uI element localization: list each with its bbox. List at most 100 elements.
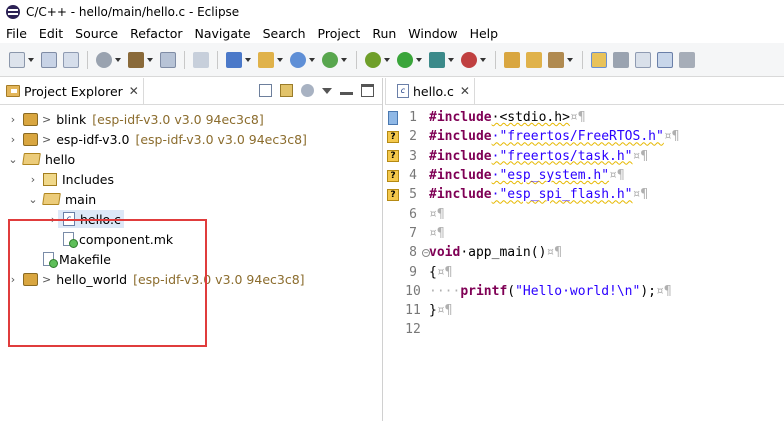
new-project-icon[interactable] <box>226 51 242 68</box>
menu-run[interactable]: Run <box>366 26 402 41</box>
close-icon[interactable]: ✕ <box>460 84 470 98</box>
warning-icon[interactable]: ? <box>387 150 399 163</box>
git-indicator: > <box>42 112 52 126</box>
new-class-icon[interactable] <box>290 51 306 68</box>
new-project-dropdown-icon[interactable] <box>245 57 251 62</box>
code-editor[interactable]: 1 #include·<stdio.h>¤¶ ? 2 #include·"fre… <box>385 105 784 340</box>
expand-chevron-icon[interactable]: › <box>8 273 18 286</box>
c-project-icon <box>23 132 38 146</box>
menu-navigate[interactable]: Navigate <box>189 26 257 41</box>
wand-icon[interactable] <box>193 51 209 68</box>
profile-dropdown-icon[interactable] <box>480 57 486 62</box>
code-line: 11 }¤¶ <box>385 301 784 320</box>
toolbar-separator <box>217 50 218 69</box>
save-all-icon[interactable] <box>63 51 79 68</box>
link-with-editor-icon[interactable] <box>280 84 293 97</box>
menu-refactor[interactable]: Refactor <box>124 26 188 41</box>
line-number: 6 <box>409 206 417 222</box>
new-folder-dropdown-icon[interactable] <box>277 57 283 62</box>
menu-window[interactable]: Window <box>402 26 463 41</box>
show-whitespace-icon[interactable] <box>657 51 673 68</box>
tree-item-includes[interactable]: › Includes <box>0 169 382 189</box>
git-indicator: > <box>42 132 52 146</box>
view-menu-icon[interactable] <box>322 87 332 94</box>
search-dropdown-icon[interactable] <box>567 57 573 62</box>
focus-icon[interactable] <box>301 84 314 97</box>
binary-icon[interactable] <box>160 51 176 68</box>
minimize-icon[interactable] <box>340 92 353 95</box>
collapse-chevron-icon[interactable]: ⌄ <box>28 193 38 206</box>
open-folder-icon[interactable] <box>526 51 542 68</box>
save-icon[interactable] <box>41 51 57 68</box>
tree-label: hello <box>45 151 76 167</box>
editor-tab-bar: c hello.c ✕ <box>385 78 784 105</box>
code-text: #include·"esp_system.h"¤¶ <box>429 168 625 184</box>
editor-tab-label: hello.c <box>413 83 454 99</box>
code-line: 9 {¤¶ <box>385 262 784 281</box>
tab-hello-c[interactable]: c hello.c ✕ <box>385 78 475 104</box>
debug-dropdown-icon[interactable] <box>384 57 390 62</box>
highlight-pen-icon[interactable] <box>591 51 607 68</box>
collapse-chevron-icon[interactable]: ⌄ <box>8 153 18 166</box>
code-text: ¤¶ <box>429 206 445 222</box>
warning-icon[interactable]: ? <box>387 188 399 201</box>
new-folder-icon[interactable] <box>258 51 274 68</box>
tree-item-main[interactable]: ⌄ main <box>0 189 382 209</box>
new-dropdown-icon[interactable] <box>28 57 34 62</box>
build-hammer-icon[interactable] <box>128 51 144 68</box>
c-project-icon <box>23 112 38 126</box>
maximize-icon[interactable] <box>361 84 374 97</box>
expand-chevron-icon[interactable]: › <box>8 113 18 126</box>
run-play-icon[interactable] <box>397 51 413 68</box>
menu-edit[interactable]: Edit <box>33 26 69 41</box>
build-dropdown-icon[interactable] <box>147 57 153 62</box>
expand-chevron-icon[interactable]: › <box>8 133 18 146</box>
pin-icon[interactable] <box>679 51 695 68</box>
menu-search[interactable]: Search <box>257 26 312 41</box>
block-selection-icon[interactable] <box>635 51 651 68</box>
expand-chevron-icon[interactable]: › <box>48 213 58 226</box>
run-dropdown-icon[interactable] <box>416 57 422 62</box>
warning-icon[interactable]: ? <box>387 169 399 182</box>
open-type-icon[interactable] <box>504 51 520 68</box>
new-class-dropdown-icon[interactable] <box>309 57 315 62</box>
tree-item-esp-idf[interactable]: › > esp-idf-v3.0 [esp-idf-v3.0 v3.0 94ec… <box>0 129 382 149</box>
project-explorer-view: Project Explorer ✕ › > blink [esp-idf-v3… <box>0 78 383 421</box>
toolbar-separator <box>87 50 88 69</box>
new-source-icon[interactable] <box>322 51 338 68</box>
tree-item-hello[interactable]: ⌄ hello <box>0 149 382 169</box>
tree-label: hello.c <box>80 211 121 227</box>
settings-dropdown-icon[interactable] <box>115 57 121 62</box>
selected-node: c hello.c <box>58 210 124 228</box>
tree-item-makefile[interactable]: Makefile <box>0 249 382 269</box>
search-torch-icon[interactable] <box>548 51 564 68</box>
debug-bug-icon[interactable] <box>365 51 381 68</box>
tree-item-blink[interactable]: › > blink [esp-idf-v3.0 v3.0 94ec3c8] <box>0 109 382 129</box>
new-icon[interactable] <box>9 51 25 68</box>
menu-file[interactable]: File <box>0 26 33 41</box>
close-icon[interactable]: ✕ <box>129 84 139 98</box>
menu-source[interactable]: Source <box>69 26 124 41</box>
code-line: ? 2 #include·"freertos/FreeRTOS.h"¤¶ <box>385 127 784 146</box>
profile-icon[interactable] <box>461 51 477 68</box>
tree-label: main <box>65 191 97 207</box>
tree-item-hello-world[interactable]: › > hello_world [esp-idf-v3.0 v3.0 94ec3… <box>0 269 382 289</box>
tree-item-hello-c[interactable]: › c hello.c <box>0 209 382 229</box>
line-number: 5 <box>409 187 417 203</box>
settings-gear-icon[interactable] <box>96 51 112 68</box>
project-explorer-icon <box>6 85 20 97</box>
collapse-all-icon[interactable] <box>259 84 272 97</box>
warning-icon[interactable]: ? <box>387 130 399 143</box>
tab-project-explorer[interactable]: Project Explorer ✕ <box>0 78 144 104</box>
line-number: 11 <box>405 303 421 319</box>
project-explorer-header: Project Explorer ✕ <box>0 78 382 105</box>
code-line: 12 <box>385 320 784 339</box>
toggle-mark-icon[interactable] <box>613 51 629 68</box>
menu-project[interactable]: Project <box>312 26 367 41</box>
expand-chevron-icon[interactable]: › <box>28 173 38 186</box>
external-tools-icon[interactable] <box>429 51 445 68</box>
external-tools-dropdown-icon[interactable] <box>448 57 454 62</box>
menu-help[interactable]: Help <box>464 26 505 41</box>
new-source-dropdown-icon[interactable] <box>341 57 347 62</box>
tree-item-component-mk[interactable]: component.mk <box>0 229 382 249</box>
